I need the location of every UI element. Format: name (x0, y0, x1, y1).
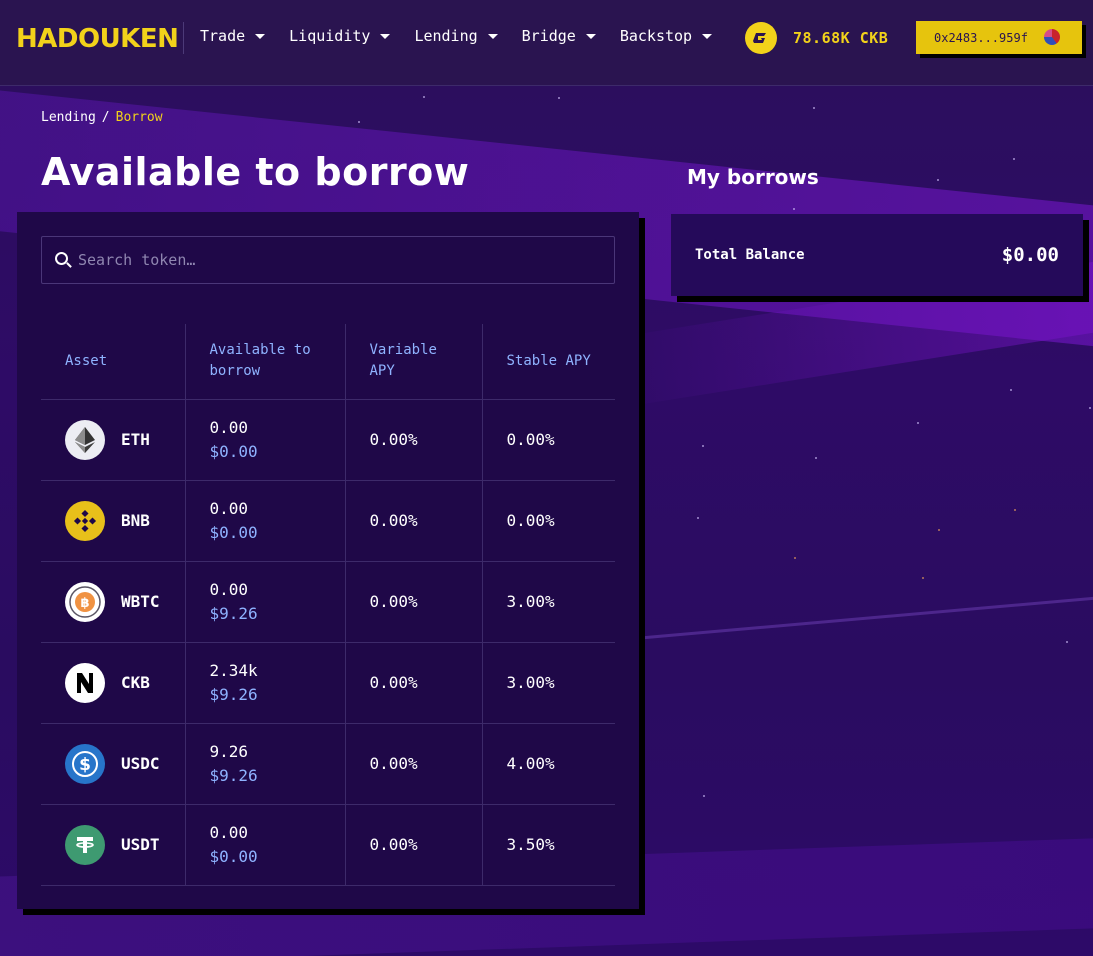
header-variable-apy[interactable]: Variable APY (344, 324, 482, 400)
token-balance: 78.68K CKB (745, 22, 888, 54)
token-symbol: CKB (121, 673, 150, 692)
available-amount: 0.00 (209, 822, 249, 842)
page-title: Available to borrow (41, 150, 470, 194)
brand-logo[interactable]: HADOUKEN (16, 24, 179, 54)
table-header-row: Asset Available to borrow Variable APY S… (41, 324, 615, 400)
bnb-icon (65, 500, 105, 541)
nav-label: Liquidity (289, 27, 371, 45)
chevron-down-icon (702, 33, 713, 39)
breadcrumb-borrow: Borrow (115, 110, 163, 125)
available-amount: 0.00 (209, 498, 249, 518)
nav-lending[interactable]: Lending (414, 27, 498, 45)
variable-apy: 0.00% (344, 804, 482, 886)
wallet-address: 0x2483...959f (934, 30, 1028, 45)
logo-divider (183, 22, 184, 54)
variable-apy: 0.00% (344, 561, 482, 643)
available-amount: 0.00 (209, 417, 249, 437)
breadcrumb-lending[interactable]: Lending (41, 110, 96, 125)
hadouken-coin-icon (745, 22, 777, 54)
wallet-button[interactable]: 0x2483...959f (916, 21, 1082, 54)
breadcrumb: Lending / Borrow (41, 110, 163, 125)
wallet-avatar-icon (1044, 29, 1060, 45)
wbtc-icon: ฿ (65, 581, 105, 622)
available-usd: $9.26 (209, 765, 258, 785)
token-symbol: BNB (121, 511, 150, 530)
header-asset[interactable]: Asset (41, 324, 185, 400)
table-row[interactable]: CKB 2.34k $9.26 0.00% 3.00% (41, 642, 615, 724)
table-row[interactable]: $ USDC 9.26 $9.26 0.00% 4.00% (41, 723, 615, 805)
available-amount: 2.34k (209, 660, 258, 680)
borrow-panel: Asset Available to borrow Variable APY S… (17, 212, 639, 909)
token-symbol: USDT (121, 835, 160, 854)
total-balance-value: $0.00 (1001, 244, 1059, 266)
variable-apy: 0.00% (344, 723, 482, 805)
balance-amount: 78.68K CKB (793, 29, 889, 47)
token-symbol: USDC (121, 754, 160, 773)
svg-text:฿: ฿ (80, 596, 89, 611)
available-usd: $0.00 (209, 441, 258, 461)
table-row[interactable]: BNB 0.00 $0.00 0.00% 0.00% (41, 480, 615, 562)
stable-apy: 3.50% (481, 804, 615, 886)
nav-label: Lending (414, 27, 478, 45)
variable-apy: 0.00% (344, 642, 482, 724)
token-symbol: ETH (121, 430, 150, 449)
borrow-table: Asset Available to borrow Variable APY S… (41, 324, 615, 886)
chevron-down-icon (487, 33, 498, 39)
available-amount: 9.26 (209, 741, 249, 761)
available-amount: 0.00 (209, 579, 249, 599)
table-row[interactable]: USDT 0.00 $0.00 0.00% 3.50% (41, 804, 615, 886)
main-nav: Trade Liquidity Lending Bridge Backstop (200, 27, 736, 45)
my-borrows-title: My borrows (687, 165, 819, 189)
nav-label: Bridge (521, 27, 576, 45)
variable-apy: 0.00% (344, 399, 482, 481)
available-usd: $0.00 (209, 522, 258, 542)
stable-apy: 3.00% (481, 642, 615, 724)
breadcrumb-separator: / (101, 110, 110, 125)
token-symbol: WBTC (121, 592, 160, 611)
header-available[interactable]: Available to borrow (184, 324, 345, 400)
variable-apy: 0.00% (344, 480, 482, 562)
available-usd: $9.26 (209, 684, 258, 704)
available-usd: $9.26 (209, 603, 258, 623)
chevron-down-icon (585, 33, 596, 39)
available-usd: $0.00 (209, 846, 258, 866)
eth-icon (65, 419, 105, 460)
my-borrows-panel: Total Balance $0.00 (671, 214, 1083, 296)
nav-trade[interactable]: Trade (200, 27, 266, 45)
usdc-icon: $ (65, 743, 105, 784)
top-header: HADOUKEN Trade Liquidity Lending Bridge … (0, 0, 1093, 86)
stable-apy: 3.00% (481, 561, 615, 643)
search-icon (54, 251, 72, 269)
table-row[interactable]: ฿ WBTC 0.00 $9.26 0.00% 3.00% (41, 561, 615, 643)
chevron-down-icon (380, 33, 391, 39)
stable-apy: 0.00% (481, 480, 615, 562)
ckb-icon (65, 662, 105, 703)
nav-label: Backstop (619, 27, 693, 45)
nav-liquidity[interactable]: Liquidity (289, 27, 391, 45)
usdt-icon (65, 824, 105, 865)
search-box (41, 236, 615, 284)
header-stable-apy[interactable]: Stable APY (481, 324, 615, 400)
stable-apy: 0.00% (481, 399, 615, 481)
nav-backstop[interactable]: Backstop (619, 27, 713, 45)
nav-bridge[interactable]: Bridge (522, 27, 596, 45)
nav-label: Trade (200, 27, 246, 45)
chevron-down-icon (255, 33, 266, 39)
stable-apy: 4.00% (481, 723, 615, 805)
total-balance-label: Total Balance (695, 247, 805, 263)
search-input[interactable] (78, 251, 598, 269)
table-row[interactable]: ETH 0.00 $0.00 0.00% 0.00% (41, 399, 615, 481)
svg-text:$: $ (79, 755, 91, 775)
